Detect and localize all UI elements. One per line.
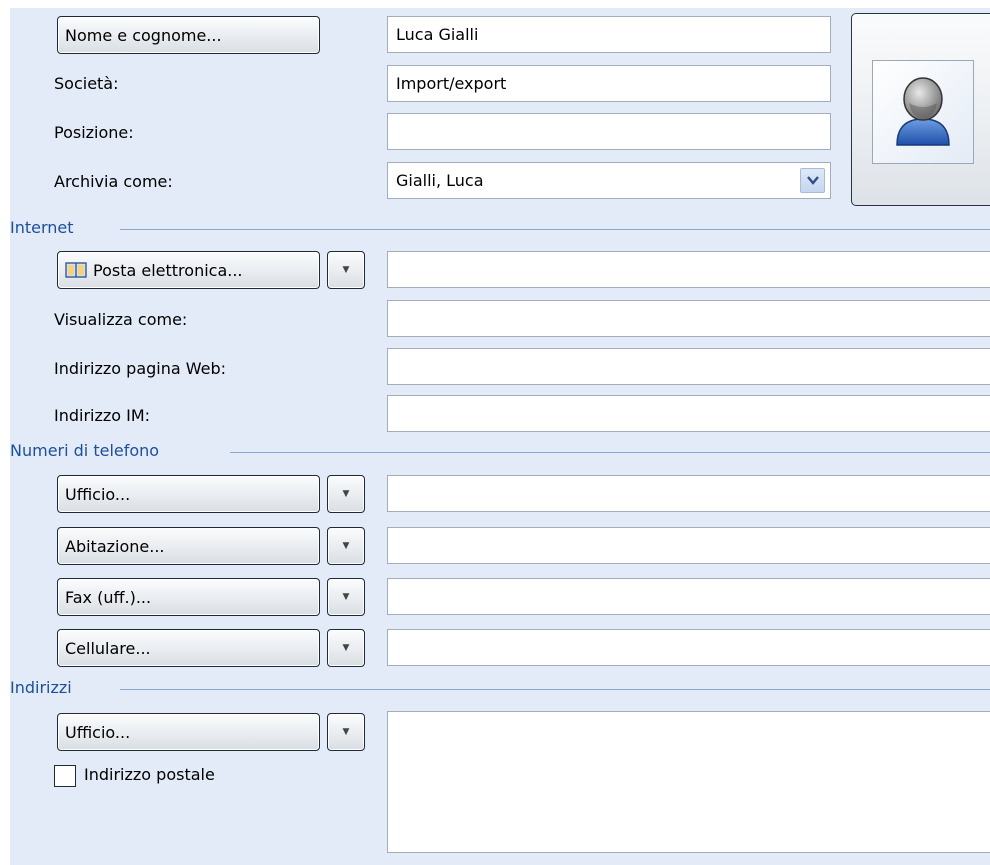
address-type-dropdown[interactable]: ▼ xyxy=(327,713,365,751)
internet-section-title: Internet xyxy=(10,218,84,237)
dropdown-arrow-icon: ▼ xyxy=(342,592,350,602)
address-type-button[interactable]: Ufficio... xyxy=(57,713,320,751)
job-title-label: Posizione: xyxy=(54,123,134,142)
im-address-label: Indirizzo IM: xyxy=(54,406,151,425)
phone-home-button[interactable]: Abitazione... xyxy=(57,527,320,565)
display-as-field[interactable] xyxy=(387,300,990,337)
full-name-field[interactable]: Luca Gialli xyxy=(387,16,831,53)
address-textarea[interactable] xyxy=(387,711,990,853)
web-page-label: Indirizzo pagina Web: xyxy=(54,359,227,378)
chevron-down-icon[interactable] xyxy=(800,168,825,193)
email-type-dropdown[interactable]: ▼ xyxy=(327,251,365,289)
phone-mobile-button[interactable]: Cellulare... xyxy=(57,629,320,667)
company-field[interactable]: Import/export xyxy=(387,65,831,102)
full-name-button[interactable]: Nome e cognome... xyxy=(57,16,320,54)
dropdown-arrow-icon: ▼ xyxy=(342,727,350,737)
phone-fax-dropdown[interactable]: ▼ xyxy=(327,578,365,616)
dropdown-arrow-icon: ▼ xyxy=(342,265,350,275)
contact-silhouette-icon xyxy=(872,60,974,164)
dropdown-arrow-icon: ▼ xyxy=(342,541,350,551)
web-page-field[interactable] xyxy=(387,348,990,385)
file-as-combobox[interactable]: Gialli, Luca xyxy=(387,162,831,199)
phone-fax-button[interactable]: Fax (uff.)... xyxy=(57,578,320,616)
contact-photo-button[interactable] xyxy=(851,13,990,206)
postal-address-label: Indirizzo postale xyxy=(84,765,215,784)
company-label: Società: xyxy=(54,74,119,93)
phones-section-title: Numeri di telefono xyxy=(10,441,170,460)
phone-mobile-field[interactable] xyxy=(387,629,990,666)
phone-mobile-dropdown[interactable]: ▼ xyxy=(327,629,365,667)
address-book-icon xyxy=(65,261,87,279)
phone-business-dropdown[interactable]: ▼ xyxy=(327,475,365,513)
postal-address-checkbox[interactable] xyxy=(54,765,76,787)
file-as-value: Gialli, Luca xyxy=(396,171,484,190)
im-address-field[interactable] xyxy=(387,395,990,432)
phone-home-field[interactable] xyxy=(387,527,990,564)
email-field[interactable] xyxy=(387,251,990,288)
phone-fax-field[interactable] xyxy=(387,578,990,615)
phones-rule xyxy=(230,452,990,453)
job-title-field[interactable] xyxy=(387,113,831,150)
phone-home-dropdown[interactable]: ▼ xyxy=(327,527,365,565)
addresses-rule xyxy=(120,689,990,690)
addresses-section-title: Indirizzi xyxy=(10,678,82,697)
dropdown-arrow-icon: ▼ xyxy=(342,643,350,653)
internet-rule xyxy=(120,229,990,230)
email-button[interactable]: Posta elettronica... xyxy=(57,251,320,289)
file-as-label: Archivia come: xyxy=(54,172,173,191)
dropdown-arrow-icon: ▼ xyxy=(342,489,350,499)
email-button-label: Posta elettronica... xyxy=(93,260,243,280)
phone-business-button[interactable]: Ufficio... xyxy=(57,475,320,513)
display-as-label: Visualizza come: xyxy=(54,310,188,329)
phone-business-field[interactable] xyxy=(387,475,990,512)
